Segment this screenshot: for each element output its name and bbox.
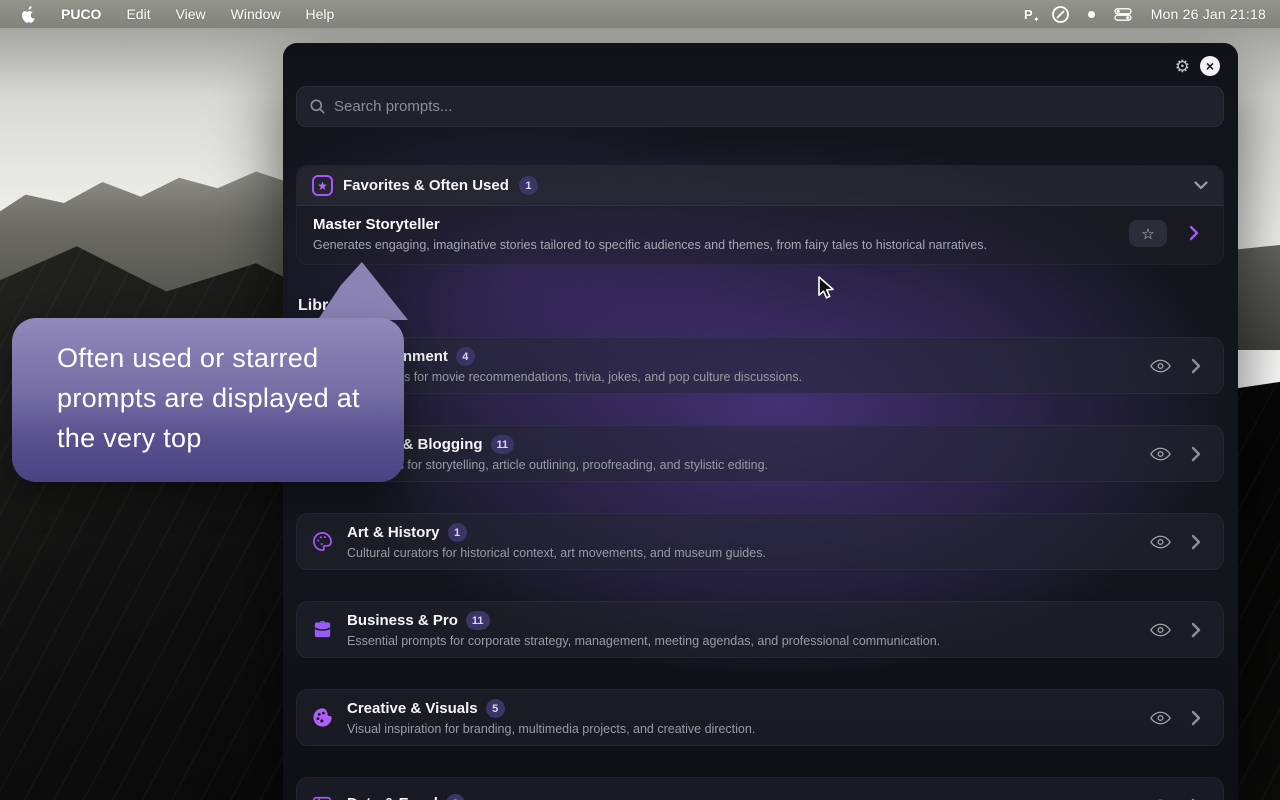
prompt-title: Master Storyteller xyxy=(313,216,1113,233)
screen: PUCO Edit View Window Help P✦ Mon 26 Jan… xyxy=(0,0,1280,800)
category-description: Assistants for storytelling, article out… xyxy=(347,458,768,472)
category-row-data-excel[interactable]: Data & Excel 3 xyxy=(296,777,1224,800)
category-description: Essential prompts for corporate strategy… xyxy=(347,634,940,648)
favorites-section: ★ Favorites & Often Used 1 Master Storyt… xyxy=(296,165,1224,265)
apple-menu-icon[interactable] xyxy=(22,6,36,23)
chevron-right-icon[interactable] xyxy=(1189,225,1199,241)
chevron-right-icon[interactable] xyxy=(1191,710,1201,726)
category-description: Moderators for movie recommendations, tr… xyxy=(347,370,802,384)
category-title: Art & History xyxy=(347,524,440,541)
category-row-creative-visuals[interactable]: Creative & Visuals 5 Visual inspiration … xyxy=(296,689,1224,746)
eye-icon[interactable] xyxy=(1150,534,1171,549)
unfavorite-star-button[interactable]: ☆ xyxy=(1129,220,1167,247)
menu-edit[interactable]: Edit xyxy=(126,6,150,22)
category-row-writing-blogging[interactable]: Writing & Blogging 11 Assistants for sto… xyxy=(296,425,1224,482)
search-bar xyxy=(296,86,1224,127)
paint-palette-icon xyxy=(309,705,335,731)
menu-clock[interactable]: Mon 26 Jan 21:18 xyxy=(1151,6,1266,22)
menu-window[interactable]: Window xyxy=(231,6,281,22)
category-row-business-pro[interactable]: Business & Pro 11 Essential prompts for … xyxy=(296,601,1224,658)
category-description: Cultural curators for historical context… xyxy=(347,546,766,560)
chevron-right-icon[interactable] xyxy=(1191,622,1201,638)
favorites-title: Favorites & Often Used xyxy=(343,177,509,194)
eye-icon[interactable] xyxy=(1150,622,1171,637)
link-circle-icon[interactable] xyxy=(1052,6,1069,23)
category-count-badge: 11 xyxy=(466,611,490,630)
search-icon xyxy=(310,99,325,114)
table-icon xyxy=(309,793,335,800)
favorite-prompt-row[interactable]: Master Storyteller Generates engaging, i… xyxy=(297,206,1223,265)
palette-icon xyxy=(309,529,335,555)
menu-help[interactable]: Help xyxy=(305,6,334,22)
category-description: Visual inspiration for branding, multime… xyxy=(347,722,755,736)
menu-bar: PUCO Edit View Window Help P✦ Mon 26 Jan… xyxy=(0,0,1280,28)
chevron-right-icon[interactable] xyxy=(1191,358,1201,374)
eye-icon[interactable] xyxy=(1150,358,1171,373)
category-count-badge: 3 xyxy=(446,794,465,800)
close-button[interactable]: × xyxy=(1200,56,1220,76)
category-title: Data & Excel xyxy=(347,795,438,800)
category-count-badge: 1 xyxy=(448,523,467,542)
eye-icon[interactable] xyxy=(1150,446,1171,461)
settings-gear-icon[interactable]: ⚙ xyxy=(1175,58,1190,75)
category-count-badge: 5 xyxy=(486,699,505,718)
sparkle-icon: ✦ xyxy=(1033,15,1040,24)
chevron-down-icon[interactable] xyxy=(1194,181,1208,190)
onboarding-tooltip: Often used or starred prompts are displa… xyxy=(12,318,404,482)
star-box-icon: ★ xyxy=(312,175,333,196)
category-list: Entertainment 4 Moderators for movie rec… xyxy=(296,337,1224,800)
puco-window: ⚙ × ★ Favorites & Often Used 1 Master St… xyxy=(283,43,1238,800)
category-row-entertainment[interactable]: Entertainment 4 Moderators for movie rec… xyxy=(296,337,1224,394)
category-count-badge: 4 xyxy=(456,347,475,366)
status-dot-icon[interactable] xyxy=(1088,11,1095,18)
prompt-description: Generates engaging, imaginative stories … xyxy=(313,238,1113,252)
search-input[interactable] xyxy=(334,98,1210,115)
category-row-art-history[interactable]: Art & History 1 Cultural curators for hi… xyxy=(296,513,1224,570)
chevron-right-icon[interactable] xyxy=(1191,534,1201,550)
favorites-count-badge: 1 xyxy=(519,176,538,195)
control-center-icon[interactable] xyxy=(1114,8,1132,21)
category-count-badge: 11 xyxy=(491,435,515,454)
menu-view[interactable]: View xyxy=(176,6,206,22)
chevron-right-icon[interactable] xyxy=(1191,446,1201,462)
category-title: Creative & Visuals xyxy=(347,700,478,717)
favorites-header[interactable]: ★ Favorites & Often Used 1 xyxy=(297,166,1223,206)
eye-icon[interactable] xyxy=(1150,710,1171,725)
menu-app-name[interactable]: PUCO xyxy=(61,6,101,22)
category-title: Business & Pro xyxy=(347,612,458,629)
puco-tray-icon[interactable]: P✦ xyxy=(1024,7,1033,22)
briefcase-icon xyxy=(309,617,335,643)
